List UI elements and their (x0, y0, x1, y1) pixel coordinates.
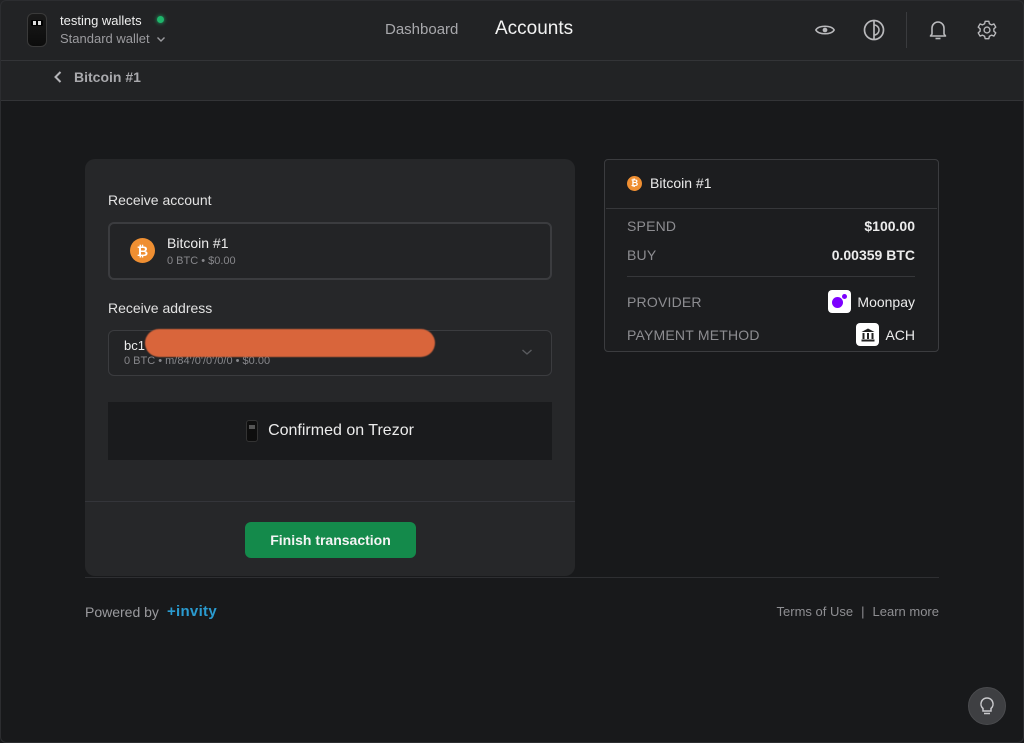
payment-method-row: PAYMENT METHOD ACH (627, 323, 915, 346)
buy-row: BUY 0.00359 BTC (627, 247, 915, 263)
redaction-overlay (145, 329, 435, 357)
summary-header: ₿ Bitcoin #1 (627, 175, 711, 191)
buy-value: 0.00359 BTC (831, 247, 915, 263)
bank-icon (856, 323, 880, 346)
payment-method-value: ACH (856, 323, 915, 346)
spend-row: SPEND $100.00 (627, 218, 915, 234)
eye-icon (814, 25, 836, 35)
top-bar: testing wallets Standard wallet Dashboar… (0, 0, 1024, 61)
transaction-summary: ₿ Bitcoin #1 SPEND $100.00 BUY 0.00359 B… (604, 159, 939, 352)
chevron-down-icon (156, 36, 165, 42)
summary-account-name: Bitcoin #1 (650, 175, 712, 191)
receive-card: Receive account ₿ Bitcoin #1 0 BTC • $0.… (85, 159, 575, 576)
bell-icon (929, 21, 947, 40)
terms-of-use-link[interactable]: Terms of Use (777, 604, 854, 619)
chevron-down-icon (522, 349, 532, 355)
powered-by: Powered by +invity (85, 603, 217, 620)
account-name: Bitcoin #1 (167, 235, 229, 251)
link-separator: | (861, 604, 865, 619)
invity-logo[interactable]: +invity (167, 603, 217, 620)
theme-toggle-button[interactable] (862, 18, 886, 42)
page-title: Bitcoin #1 (74, 69, 141, 85)
bitcoin-icon: ₿ (130, 238, 155, 263)
back-button[interactable]: Bitcoin #1 (52, 69, 141, 85)
provider-row: PROVIDER Moonpay (627, 290, 915, 313)
summary-divider (606, 208, 937, 209)
trezor-device-icon[interactable] (27, 13, 47, 47)
confirmed-on-trezor-banner: Confirmed on Trezor (108, 402, 552, 460)
address-value: bc1 (124, 338, 145, 353)
receive-address-label: Receive address (108, 300, 213, 316)
nav-accounts[interactable]: Accounts (495, 18, 573, 40)
receive-account-label: Receive account (108, 192, 212, 208)
bitcoin-icon: ₿ (627, 175, 642, 191)
hide-balance-button[interactable] (813, 18, 837, 42)
provider-label: PROVIDER (627, 293, 702, 310)
spend-label: SPEND (627, 218, 677, 234)
chevron-left-icon (54, 71, 62, 83)
payment-method-label: PAYMENT METHOD (627, 326, 760, 343)
connection-status-dot (157, 16, 164, 23)
footer-divider (85, 577, 939, 578)
receive-address-select[interactable]: bc1 0 BTC • m/84'/0'/0'/0/0 • $0.00 (108, 329, 552, 376)
footer-links: Terms of Use | Learn more (777, 604, 939, 619)
summary-divider (627, 276, 915, 277)
wallet-type-selector[interactable]: Standard wallet (60, 31, 166, 46)
help-button[interactable] (968, 687, 1006, 725)
payment-method-name: ACH (885, 326, 915, 343)
confirm-text: Confirmed on Trezor (268, 422, 414, 439)
breadcrumb-bar: Bitcoin #1 (0, 61, 1024, 101)
learn-more-link[interactable]: Learn more (873, 604, 939, 619)
wallet-type-label: Standard wallet (60, 31, 150, 46)
provider-value: Moonpay (828, 290, 915, 313)
topbar-divider (906, 12, 907, 48)
lightbulb-icon (980, 697, 994, 715)
moonpay-icon (828, 290, 852, 313)
buy-label: BUY (627, 247, 657, 263)
trezor-device-icon (246, 420, 259, 442)
account-balance: 0 BTC • $0.00 (167, 255, 236, 267)
theme-icon (863, 19, 885, 41)
wallet-name[interactable]: testing wallets (60, 13, 142, 28)
spend-value: $100.00 (864, 218, 915, 234)
notifications-button[interactable] (926, 18, 950, 42)
receive-account-select[interactable]: ₿ Bitcoin #1 0 BTC • $0.00 (108, 222, 552, 280)
powered-by-label: Powered by (85, 603, 159, 620)
card-divider (85, 501, 575, 502)
gear-icon (977, 20, 997, 40)
provider-name: Moonpay (857, 293, 915, 310)
settings-button[interactable] (975, 18, 999, 42)
nav-dashboard[interactable]: Dashboard (385, 21, 458, 38)
finish-transaction-button[interactable]: Finish transaction (245, 522, 416, 558)
